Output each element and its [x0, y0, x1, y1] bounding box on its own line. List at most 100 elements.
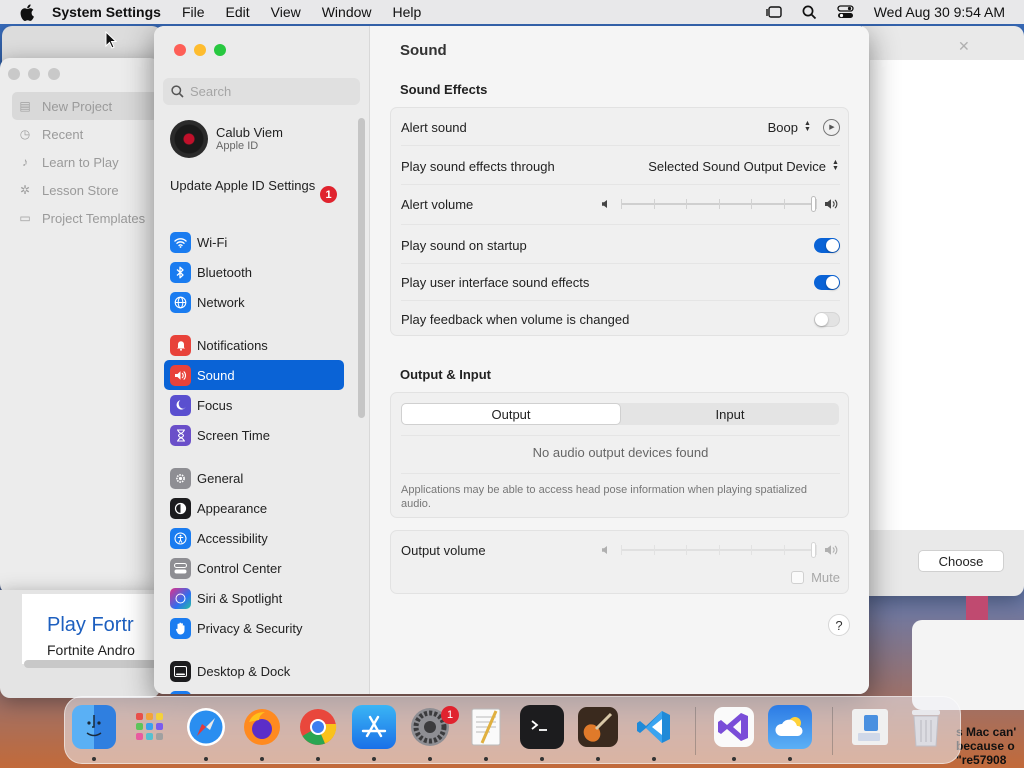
spatial-audio-note: Applications may be able to access head …: [401, 484, 808, 510]
dock-textedit[interactable]: [464, 705, 508, 749]
dock-visual-studio[interactable]: [712, 705, 756, 749]
menu-file[interactable]: File: [182, 4, 205, 20]
zoom-button[interactable]: [214, 44, 226, 56]
update-apple-id-settings[interactable]: Update Apple ID Settings: [170, 178, 340, 194]
tab-output[interactable]: Output: [401, 403, 621, 425]
close-button[interactable]: [174, 44, 186, 56]
sidebar-item-general[interactable]: General: [164, 463, 344, 493]
dock-safari[interactable]: [184, 705, 228, 749]
volume-feedback-toggle[interactable]: [814, 311, 840, 327]
dock-terminal[interactable]: [520, 705, 564, 749]
menu-bar-clock[interactable]: Wed Aug 30 9:54 AM: [874, 4, 1005, 20]
app-menu[interactable]: System Settings: [52, 4, 161, 20]
apple-id-account[interactable]: Calub Viem Apple ID: [170, 120, 283, 158]
close-button[interactable]: [8, 68, 20, 80]
section-title-output-input: Output & Input: [400, 367, 491, 382]
dock-weather[interactable]: [768, 705, 812, 749]
dock-trash[interactable]: [904, 705, 948, 749]
sidebar-item-next[interactable]: [164, 686, 344, 694]
sidebar-item-sound[interactable]: Sound: [164, 360, 344, 390]
minimize-button[interactable]: [28, 68, 40, 80]
sidebar-item-new-project[interactable]: ▤ New Project: [12, 92, 158, 120]
apple-menu-icon[interactable]: [16, 1, 38, 23]
slider-knob[interactable]: [811, 196, 816, 212]
sidebar-item-siri-spotlight[interactable]: Siri & Spotlight: [164, 583, 344, 613]
play-alert-button[interactable]: ▶: [823, 118, 840, 136]
dock-garageband[interactable]: [576, 705, 620, 749]
alert-sound-popup[interactable]: Boop ▲ ▼: [768, 120, 812, 135]
alert-volume-slider[interactable]: [621, 196, 817, 212]
sidebar-item-accessibility[interactable]: Accessibility: [164, 523, 344, 553]
dock-app-store[interactable]: [352, 705, 396, 749]
sidebar-item-desktop-dock[interactable]: Desktop & Dock: [164, 656, 344, 686]
sidebar-item-learn-to-play[interactable]: ♪ Learn to Play: [12, 148, 158, 176]
running-indicator: [484, 757, 488, 761]
dock-vscode[interactable]: [632, 705, 676, 749]
menu-view[interactable]: View: [271, 4, 301, 20]
dock-chrome[interactable]: [296, 705, 340, 749]
divider: [401, 184, 840, 185]
sidebar-item-notifications[interactable]: Notifications: [164, 330, 344, 360]
sidebar-item-screen-time[interactable]: Screen Time: [164, 420, 344, 450]
minimize-button[interactable]: [194, 44, 206, 56]
promo-title[interactable]: Play Fortr: [47, 614, 134, 637]
sidebar-item-control-center[interactable]: Control Center: [164, 553, 344, 583]
sidebar-item-recent[interactable]: ◷ Recent: [12, 120, 158, 148]
sidebar-item-label: Screen Time: [197, 427, 270, 443]
dock-finder-window[interactable]: [848, 705, 892, 749]
running-indicator: [92, 757, 96, 761]
dock-launchpad[interactable]: [128, 705, 172, 749]
running-indicator: [540, 757, 544, 761]
sidebar-item-bluetooth[interactable]: Bluetooth: [164, 257, 344, 287]
toggle-thumb: [826, 275, 839, 289]
search-input[interactable]: [190, 84, 350, 99]
launchpad-icon: [136, 713, 163, 740]
project-sidebar: ▤ New Project ◷ Recent ♪ Learn to Play ✲ Les…: [12, 92, 158, 232]
dock-finder[interactable]: [72, 705, 116, 749]
sidebar-scrollbar[interactable]: [358, 118, 365, 418]
mute-checkbox[interactable]: [791, 570, 805, 584]
zoom-button[interactable]: [48, 68, 60, 80]
sidebar-item-network[interactable]: Network: [164, 287, 344, 317]
play-through-popup[interactable]: Selected Sound Output Device ▲ ▼: [648, 159, 840, 174]
output-volume-slider[interactable]: [621, 542, 817, 558]
choose-button[interactable]: Choose: [918, 550, 1004, 572]
alert-sound-row: Alert sound Boop ▲ ▼ ▶: [401, 116, 840, 138]
slider-tick: [686, 199, 687, 209]
stage-manager-icon[interactable]: [764, 4, 784, 20]
search-field[interactable]: [163, 78, 360, 105]
menu-edit[interactable]: Edit: [226, 4, 250, 20]
tab-input[interactable]: Input: [621, 403, 839, 425]
sidebar-item-lesson-store[interactable]: ✲ Lesson Store: [12, 176, 158, 204]
sidebar-item-label: Siri & Spotlight: [197, 590, 283, 606]
sidebar-item-label: General: [197, 470, 244, 486]
horizontal-scrollbar[interactable]: [24, 660, 160, 668]
control-center-icon[interactable]: [836, 4, 856, 20]
sidebar-item-project-templates[interactable]: ▭ Project Templates: [12, 204, 158, 232]
section-title-sound-effects: Sound Effects: [400, 82, 488, 97]
alert-volume-label: Alert volume: [401, 196, 474, 212]
running-indicator: [788, 757, 792, 761]
sidebar-item-privacy-security[interactable]: Privacy & Security: [164, 613, 344, 643]
hourglass-icon: [170, 424, 191, 446]
ui-sound-effects-toggle[interactable]: [814, 274, 840, 290]
accessibility-icon: [170, 527, 191, 549]
spotlight-search-icon[interactable]: [800, 4, 820, 20]
sidebar-item-appearance[interactable]: Appearance: [164, 493, 344, 523]
startup-sound-toggle[interactable]: [814, 237, 840, 253]
volume-low-icon: [598, 543, 614, 557]
slider-tick: [654, 199, 655, 209]
notification-line: because o: [956, 739, 1015, 753]
menu-window[interactable]: Window: [322, 4, 372, 20]
sidebar-item-focus[interactable]: Focus: [164, 390, 344, 420]
slider-knob[interactable]: [811, 542, 816, 558]
sidebar-item-label: Recent: [42, 126, 84, 142]
sidebar-item-wifi[interactable]: Wi-Fi: [164, 227, 344, 257]
dock-firefox[interactable]: [240, 705, 284, 749]
close-icon[interactable]: ✕: [958, 38, 970, 55]
garageband-project-window: ▤ New Project ◷ Recent ♪ Learn to Play ✲ Les…: [0, 58, 160, 594]
output-input-group: Output Input No audio output devices fou…: [390, 392, 849, 518]
sidebar-item-label: Accessibility: [197, 530, 268, 546]
help-button[interactable]: ?: [828, 614, 850, 636]
menu-help[interactable]: Help: [393, 4, 422, 20]
